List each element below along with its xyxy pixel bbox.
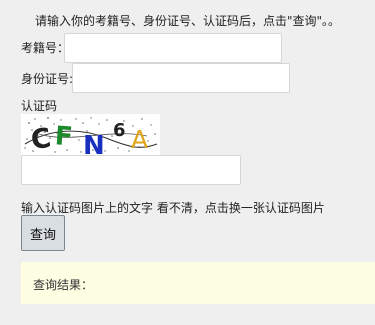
svg-text:N: N xyxy=(83,131,105,155)
exam-number-input[interactable] xyxy=(64,33,282,63)
query-button[interactable]: 查询 xyxy=(21,215,65,251)
captcha-hint-text: 输入认证码图片上的文字 看不清，点击换一张认证码图片 xyxy=(21,201,325,215)
svg-text:A: A xyxy=(131,125,148,154)
svg-text:F: F xyxy=(54,121,74,152)
svg-text:6: 6 xyxy=(113,120,126,141)
id-number-label: 身份证号: xyxy=(21,72,74,86)
result-label: 查询结果： xyxy=(33,278,94,292)
captcha-image[interactable]: C F N 6 A xyxy=(21,114,160,155)
instruction-text: 请输入你的考籍号、身份证号、认证码后，点击"查询"。。 xyxy=(35,14,341,28)
exam-number-label: 考籍号： xyxy=(21,41,70,55)
captcha-graphic: C F N 6 A xyxy=(21,114,160,155)
result-panel: 查询结果： xyxy=(21,262,375,304)
captcha-input[interactable] xyxy=(21,155,241,185)
id-number-input[interactable] xyxy=(72,63,290,93)
captcha-label: 认证码 xyxy=(21,99,58,113)
